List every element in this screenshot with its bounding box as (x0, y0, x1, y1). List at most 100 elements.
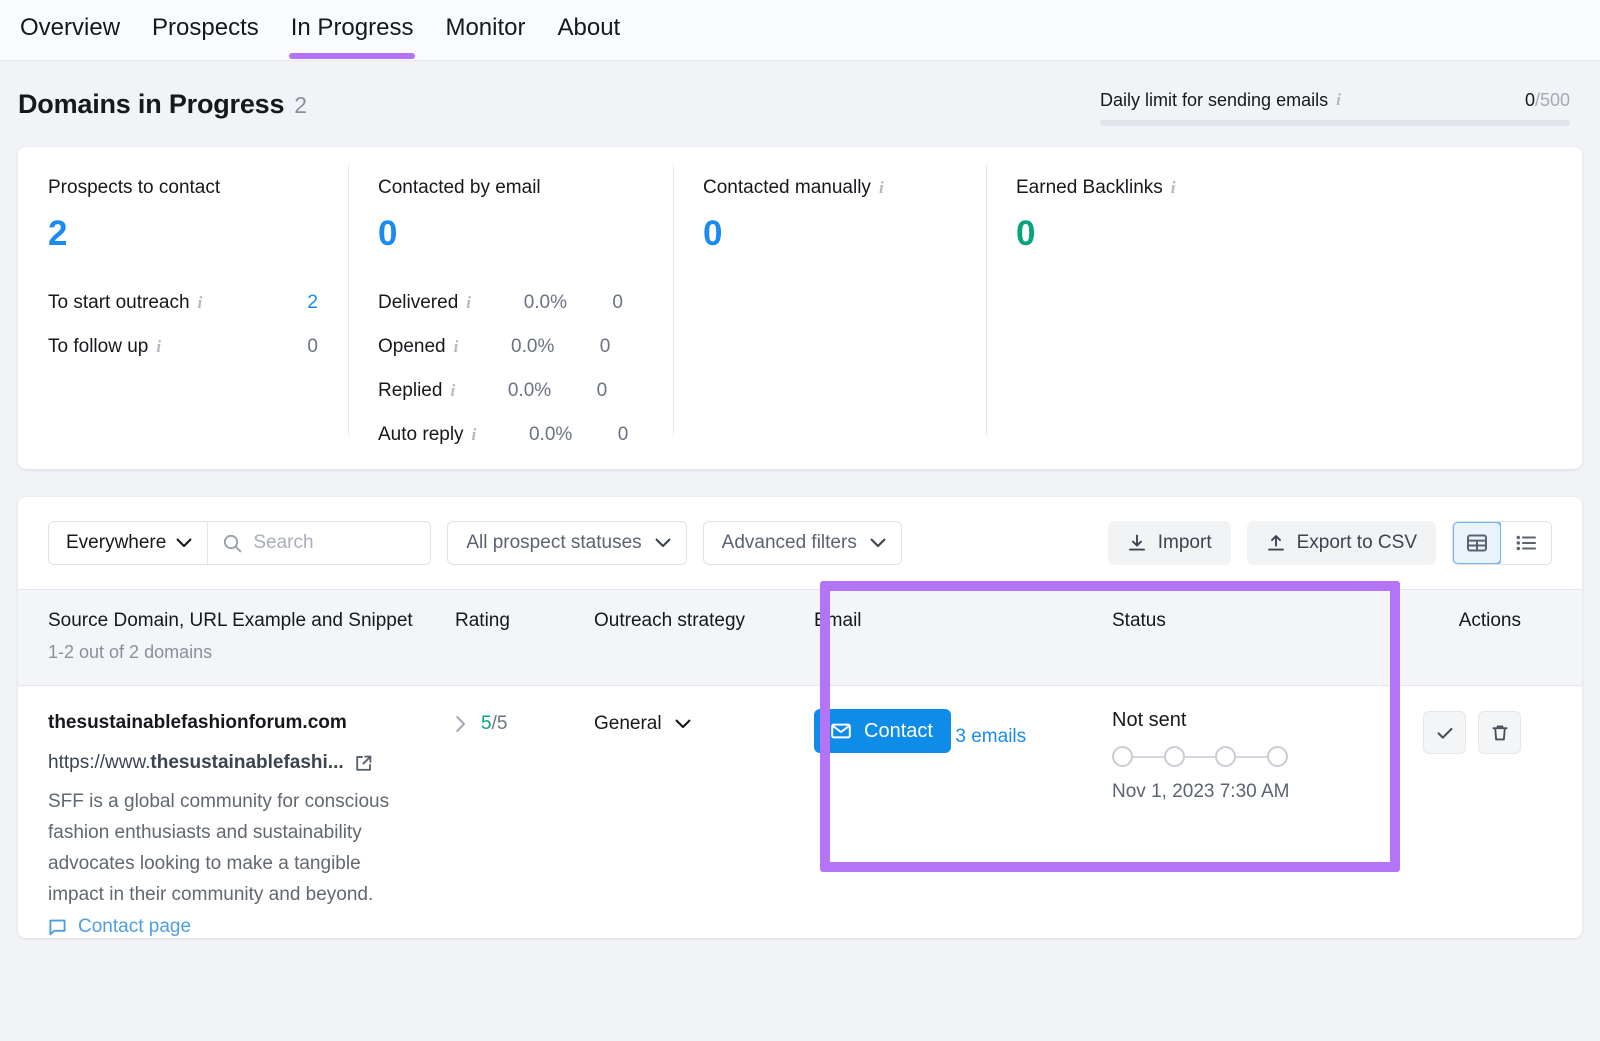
cell-email: Contact 3 emails (814, 709, 1112, 753)
nav-tab-monitor[interactable]: Monitor (443, 13, 527, 59)
sub-row-label-text: To start outreach (48, 292, 190, 313)
cell-rating: 5/5 (455, 709, 594, 735)
expand-row-icon[interactable] (455, 715, 467, 733)
info-icon[interactable]: i (454, 338, 459, 355)
stat-prospects-to-contact: Prospects to contact 2 To start outreach… (18, 177, 348, 469)
stat-value: 0 (378, 214, 398, 253)
export-csv-button[interactable]: Export to CSV (1246, 521, 1436, 565)
stat-sub-rows: Delivered i 0.0% 0 Opened i 0.0% 0 Repli… (378, 281, 643, 457)
sub-row-to-follow-up: To follow up i 0 (48, 325, 318, 369)
status-step-connector (1133, 755, 1164, 758)
sub-row-percent: 0.0% (528, 424, 573, 445)
column-header-status: Status (1112, 610, 1166, 631)
sub-row-label-text: Auto reply (378, 424, 464, 445)
nav-tab-about[interactable]: About (556, 13, 623, 59)
summary-stats-card: Prospects to contact 2 To start outreach… (18, 147, 1582, 469)
column-header-actions: Actions (1458, 610, 1521, 631)
scope-dropdown-label: Everywhere (66, 532, 167, 553)
sub-row-label: Delivered i (378, 292, 475, 314)
search-group: Everywhere Search (48, 521, 432, 565)
import-label: Import (1157, 532, 1212, 553)
daily-limit-value: 0/500 (1525, 90, 1570, 111)
column-header-domain-label: Source Domain, URL Example and Snippet (48, 610, 413, 631)
info-icon[interactable]: i (156, 338, 161, 355)
contact-page-label: Contact page (78, 916, 192, 937)
info-icon[interactable]: i (472, 426, 477, 443)
domain-name[interactable]: thesustainablefashionforum.com (48, 709, 455, 737)
advanced-filters-button[interactable]: Advanced filters (702, 521, 902, 565)
column-header-outreach-strategy: Outreach strategy (594, 610, 746, 631)
stat-value: 0 (703, 214, 723, 253)
external-link-icon[interactable] (354, 754, 373, 773)
delete-button[interactable] (1478, 711, 1521, 754)
check-icon (1435, 723, 1455, 743)
status-step-dot (1215, 746, 1237, 767)
sub-row-count: 0 (599, 336, 611, 357)
view-toggle-list[interactable] (1501, 522, 1551, 564)
column-header-email: Email (814, 610, 862, 631)
daily-limit-total: /500 (1534, 90, 1570, 110)
import-button[interactable]: Import (1107, 521, 1231, 565)
daily-limit-widget: Daily limit for sending emails i 0/500 (1100, 82, 1570, 126)
nav-tab-in-progress[interactable]: In Progress (288, 13, 416, 59)
domain-snippet: SFF is a global community for conscious … (48, 791, 390, 905)
sub-row-value[interactable]: 2 (307, 292, 318, 314)
sub-row-label: To follow up i (48, 336, 165, 358)
contact-button-label: Contact (864, 719, 933, 742)
stat-earned-backlinks: Earned Backlinks i 0 (986, 165, 1316, 469)
sub-row-label: Replied i (378, 380, 459, 402)
table-row: thesustainablefashionforum.com https://w… (18, 686, 1582, 938)
stat-value: 2 (48, 214, 68, 253)
scope-dropdown[interactable]: Everywhere (49, 522, 209, 564)
outreach-strategy-label: General (594, 713, 662, 734)
info-icon[interactable]: i (879, 179, 884, 196)
stat-label-text: Contacted by email (378, 177, 541, 198)
status-step-dot (1267, 746, 1289, 767)
info-icon[interactable]: i (198, 294, 203, 311)
cell-status: Not sent Nov 1, 2023 7:30 AM (1112, 709, 1393, 803)
status-steps (1112, 746, 1289, 767)
stat-label-text: Prospects to contact (48, 177, 221, 198)
prospect-statuses-filter[interactable]: All prospect statuses (447, 521, 687, 565)
stat-sub-rows: To start outreach i 2 To follow up i 0 (48, 281, 318, 369)
sub-row-label: To start outreach i (48, 292, 206, 314)
chevron-down-icon (675, 719, 691, 729)
chat-bubble-icon (48, 918, 67, 937)
nav-tab-prospects[interactable]: Prospects (150, 13, 261, 59)
domain-url-text: https://www.thesustainablefashi... (48, 751, 344, 775)
outreach-strategy-dropdown[interactable]: General (594, 709, 814, 735)
search-input[interactable]: Search (208, 522, 430, 564)
status-step-connector (1184, 755, 1216, 758)
view-toggle-table[interactable] (1453, 522, 1502, 564)
info-icon[interactable]: i (450, 382, 455, 399)
search-placeholder: Search (253, 532, 314, 553)
page-header: Domains in Progress 2 Daily limit for sen… (0, 61, 1600, 147)
column-header-rating: Rating (455, 610, 510, 631)
main-navigation: Overview Prospects In Progress Monitor A… (0, 0, 1600, 61)
emails-count-link[interactable]: 3 emails (955, 726, 1026, 748)
contact-page-link[interactable]: Contact page (48, 916, 455, 938)
contact-button[interactable]: Contact (814, 709, 951, 753)
sub-row-label-text: Replied (378, 380, 443, 401)
table-header-row: Source Domain, URL Example and Snippet 1… (18, 589, 1582, 686)
cell-outreach-strategy: General (594, 709, 814, 735)
mark-done-button[interactable] (1423, 711, 1466, 754)
stat-contacted-by-email: Contacted by email 0 Delivered i 0.0% 0 … (348, 165, 673, 469)
view-toggle (1452, 521, 1552, 565)
url-prefix: https://www. (48, 752, 151, 773)
info-icon[interactable]: i (1171, 179, 1176, 196)
table-view-icon (1466, 532, 1488, 554)
sub-row-to-start-outreach: To start outreach i 2 (48, 281, 318, 325)
info-icon[interactable]: i (466, 294, 471, 311)
domains-table-card: Everywhere Search All prospect statuses … (18, 497, 1582, 938)
sub-row-label-text: Opened (378, 336, 446, 357)
chevron-down-icon (870, 538, 886, 548)
daily-limit-used: 0 (1524, 90, 1535, 110)
envelope-icon (830, 720, 852, 742)
info-icon[interactable]: i (1336, 91, 1341, 108)
daily-limit-progressbar (1100, 120, 1570, 126)
nav-tab-overview[interactable]: Overview (18, 13, 122, 59)
prospect-statuses-label: All prospect statuses (466, 532, 642, 553)
sub-row-replied: Replied i 0.0% 0 (378, 369, 643, 413)
status-step-connector (1236, 755, 1268, 758)
